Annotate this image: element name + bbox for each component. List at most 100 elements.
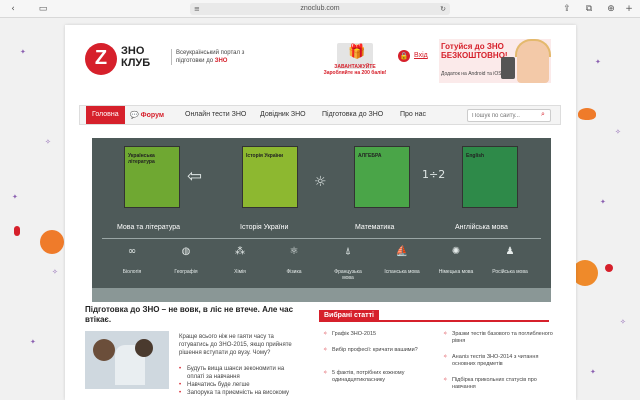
nav-item-forum-label: Форум <box>140 112 165 119</box>
subject-physics[interactable]: Фізика <box>274 269 314 275</box>
planet-icon <box>605 264 613 272</box>
article-link[interactable]: 5 фактів, потрібних кожному одинадцятикл… <box>323 370 433 384</box>
site-tagline: Всеукраїнський портал з підготовки до ЗН… <box>171 49 249 65</box>
atom-icon: ⚛ <box>289 246 299 257</box>
chat-icon: 💬 <box>130 111 139 119</box>
article-link[interactable]: Аналіз тестів ЗНО-2014 з читання основни… <box>443 354 553 368</box>
logo-text[interactable]: ЗНО КЛУБ <box>121 45 150 69</box>
student-image <box>135 339 153 357</box>
article-bullets: Будуть вища шанси зекономити на оплаті з… <box>179 365 303 397</box>
book-title: АЛГЕБРА <box>358 153 382 159</box>
subject-spanish[interactable]: Іспанська мова <box>382 269 422 275</box>
tagline-text: Всеукраїнський портал з підготовки до <box>176 50 245 64</box>
book-english[interactable]: English <box>462 146 518 208</box>
new-tab-icon[interactable]: + <box>624 4 634 14</box>
selected-articles-title: Вибрані статті <box>319 310 379 322</box>
download-icon[interactable]: ⊕ <box>606 4 616 14</box>
address-bar[interactable]: ≡ znoclub.com ↻ <box>190 3 450 15</box>
subject-label[interactable]: Англійська мова <box>455 224 508 231</box>
gift-icon: 🎁 <box>348 44 366 60</box>
gift-subtext: Заробляйте на 200 балів! <box>323 70 387 76</box>
gift-text[interactable]: ЗАВАНТАЖУЙТЕ Заробляйте на 200 балів! <box>315 64 395 76</box>
lock-icon: ≡ <box>194 5 200 13</box>
girl-image <box>517 41 549 83</box>
star-icon: ✧ <box>620 318 626 326</box>
subject-label[interactable]: Історія України <box>240 224 288 231</box>
article-link[interactable]: Графік ЗНО-2015 <box>323 331 433 338</box>
article-intro: Краще всього ніж не гаяти часу та готува… <box>179 334 292 356</box>
article-headline[interactable]: Підготовка до ЗНО – не вовк, в ліс не вт… <box>85 305 315 325</box>
book-history[interactable]: Історія України <box>242 146 298 208</box>
logo-line-2: КЛУБ <box>121 57 151 69</box>
subject-french[interactable]: Французька мова <box>328 269 368 281</box>
nav-item-reference[interactable]: Довідник ЗНО <box>260 106 306 124</box>
article-image[interactable] <box>85 331 169 389</box>
chalk-bulb-icon: ☼ <box>314 174 327 190</box>
book-title: Історія України <box>246 153 284 159</box>
list-item: Запорука та приємність на високому <box>179 389 303 397</box>
phone-image <box>501 57 515 79</box>
book-algebra[interactable]: АЛГЕБРА <box>354 146 410 208</box>
login-link[interactable]: Вхід <box>414 52 428 59</box>
search-input[interactable] <box>467 109 551 122</box>
subject-label[interactable]: Математика <box>355 224 394 231</box>
star-icon: ✦ <box>30 338 36 346</box>
star-icon: ✦ <box>12 193 18 201</box>
list-item: Будуть вища шанси зекономити на оплаті з… <box>179 365 303 381</box>
site-logo[interactable]: Z <box>85 43 117 75</box>
sailboat-icon: ⛵ <box>395 246 409 257</box>
browser-toolbar: ‹ ▭ ≡ znoclub.com ↻ ⇪ ⧉ ⊕ + <box>0 0 640 18</box>
tagline-highlight: ЗНО <box>214 58 228 64</box>
ufo-icon <box>578 108 596 120</box>
nav-item-online-tests[interactable]: Онлайн тести ЗНО <box>185 106 246 124</box>
sidebar-icon[interactable]: ▭ <box>38 4 48 14</box>
article-link[interactable]: Підбірка прикольних статусів про навчанн… <box>443 377 553 391</box>
nav-item-about[interactable]: Про нас <box>400 106 426 124</box>
star-icon: ✧ <box>52 268 58 276</box>
chalk-fraction-icon: 1÷2 <box>422 168 446 181</box>
subject-russian[interactable]: Російська мова <box>490 269 530 275</box>
star-icon: ✧ <box>45 138 51 146</box>
eagle-icon: ✺ <box>451 246 461 257</box>
eiffel-tower-icon: ⍋ <box>345 246 351 257</box>
search-icon[interactable]: ⌕ <box>541 110 545 119</box>
url-text: znoclub.com <box>300 5 340 12</box>
subject-geography[interactable]: Географія <box>166 269 206 275</box>
login-icon[interactable]: 🔒 <box>398 50 410 62</box>
star-icon: ✦ <box>20 48 26 56</box>
star-icon: ✧ <box>615 128 621 136</box>
student-image <box>93 339 115 361</box>
selected-articles-header: Вибрані статті <box>319 310 549 322</box>
subject-biology[interactable]: Біологія <box>112 269 152 275</box>
molecule-icon: ⁂ <box>235 246 245 257</box>
subject-chemistry[interactable]: Хімія <box>220 269 260 275</box>
chalk-arrow-icon: ⇦ <box>187 166 203 187</box>
subject-label[interactable]: Мова та література <box>117 224 180 231</box>
board-divider <box>102 238 541 239</box>
nav-item-home[interactable]: Головна <box>86 106 125 124</box>
dna-icon: ∞ <box>127 246 137 257</box>
book-ukrainian-literature[interactable]: Українська література <box>124 146 180 208</box>
nav-item-preparation[interactable]: Підготовка до ЗНО <box>322 106 383 124</box>
reload-icon[interactable]: ↻ <box>440 3 446 15</box>
article-link[interactable]: Зразки тестів базового та поглибленого р… <box>443 331 553 345</box>
main-nav: Головна 💬 Форум Онлайн тести ЗНО Довідни… <box>79 105 561 125</box>
star-icon: ✦ <box>595 58 601 66</box>
rocket-icon <box>14 226 20 236</box>
nav-item-forum[interactable]: 💬 Форум <box>130 106 164 124</box>
article-link[interactable]: Вибір професії: кричати вашими? <box>323 347 433 354</box>
star-icon: ✦ <box>590 368 596 376</box>
share-icon[interactable]: ⇪ <box>562 4 572 14</box>
app-ad-banner[interactable]: Готуйся до ЗНО БЕЗКОШТОВНО! Додаток на A… <box>439 39 551 83</box>
star-icon: ✦ <box>600 198 606 206</box>
chalkboard-tray <box>92 288 551 302</box>
matryoshka-icon: ♟ <box>505 246 515 257</box>
back-icon[interactable]: ‹ <box>8 4 18 14</box>
planet-icon <box>40 230 64 254</box>
subject-german[interactable]: Німецька мова <box>436 269 476 275</box>
globe-icon: ◍ <box>181 246 191 257</box>
subjects-chalkboard: Українська література Історія України АЛ… <box>92 138 551 288</box>
site-page: Z ЗНО КЛУБ Всеукраїнський портал з підго… <box>65 25 576 400</box>
tabs-icon[interactable]: ⧉ <box>584 4 594 14</box>
book-title: Українська література <box>128 153 155 165</box>
